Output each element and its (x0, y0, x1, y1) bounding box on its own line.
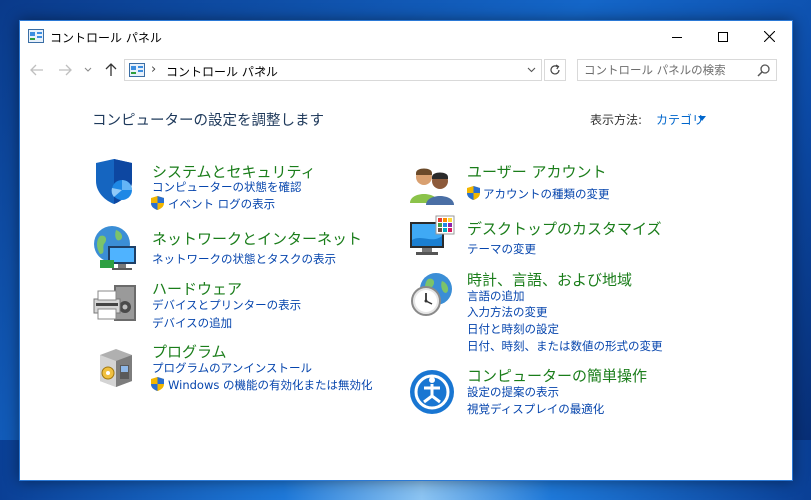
page-title: コンピューターの設定を調整します (92, 113, 324, 129)
link-change-date-number-formats[interactable]: 日付、時刻、または数値の形式の変更 (467, 339, 663, 353)
category-user-accounts-title[interactable]: ユーザー アカウント (467, 161, 606, 182)
printer-hardware-icon[interactable] (92, 279, 140, 327)
link-change-theme[interactable]: テーマの変更 (467, 242, 536, 256)
ease-of-access-icon[interactable] (408, 368, 456, 416)
forward-button[interactable] (56, 61, 74, 79)
control-panel-address-icon (129, 63, 145, 77)
category-hardware-title[interactable]: ハードウェア (152, 278, 242, 299)
link-view-network-status[interactable]: ネットワークの状態とタスクの表示 (152, 252, 336, 266)
category-ease-of-access-title[interactable]: コンピューターの簡単操作 (467, 365, 647, 386)
window-title: コントロール パネル (50, 31, 162, 45)
close-button[interactable] (746, 21, 792, 52)
up-button[interactable] (102, 61, 120, 79)
monitor-palette-icon[interactable] (408, 214, 456, 262)
search-icon[interactable] (757, 63, 771, 77)
back-arrow-icon (30, 64, 43, 76)
search-box[interactable] (577, 59, 777, 81)
link-change-input-method[interactable]: 入力方法の変更 (467, 305, 548, 319)
link-turn-windows-features[interactable]: Windows の機能の有効化または無効化 (168, 378, 373, 392)
search-input[interactable] (584, 62, 749, 78)
programs-box-icon[interactable] (92, 341, 140, 389)
back-button[interactable] (28, 61, 46, 79)
link-add-language[interactable]: 言語の追加 (467, 289, 525, 303)
forward-arrow-icon (59, 64, 72, 76)
chevron-down-icon (527, 67, 535, 73)
category-clock-region-title[interactable]: 時計、言語、および地域 (467, 269, 632, 290)
category-appearance-title[interactable]: デスクトップのカスタマイズ (467, 218, 662, 239)
refresh-icon (550, 64, 560, 75)
category-system-security-title[interactable]: システムとセキュリティ (152, 161, 316, 182)
close-icon (763, 31, 775, 42)
uac-shield-icon (151, 196, 164, 210)
clock-globe-icon[interactable] (408, 271, 456, 319)
chevron-down-icon (84, 67, 92, 72)
network-globe-icon[interactable] (92, 224, 140, 272)
caret-down-icon[interactable] (698, 116, 706, 121)
maximize-icon (718, 31, 728, 42)
title-bar[interactable]: コントロール パネル (20, 21, 792, 52)
link-view-devices-printers[interactable]: デバイスとプリンターの表示 (152, 298, 301, 312)
security-shield-icon[interactable] (92, 157, 140, 205)
category-programs-title[interactable]: プログラム (152, 341, 227, 362)
link-add-device[interactable]: デバイスの追加 (152, 316, 232, 330)
address-bar[interactable]: › コントロール パネル › (124, 59, 542, 81)
address-history-dropdown[interactable] (524, 63, 538, 77)
uac-shield-icon (151, 377, 164, 391)
view-by-dropdown[interactable]: カテゴリ (656, 111, 704, 128)
control-panel-window: コントロール パネル › コントロール パネル › コントロール パネルの検索 … (19, 20, 793, 481)
category-network-internet-title[interactable]: ネットワークとインターネット (152, 228, 362, 249)
link-check-computer-status[interactable]: コンピューターの状態を確認 (152, 180, 302, 194)
user-accounts-icon[interactable] (408, 159, 456, 207)
recent-locations-button[interactable] (82, 61, 94, 79)
link-view-event-logs[interactable]: イベント ログの表示 (168, 197, 275, 211)
link-let-windows-suggest-settings[interactable]: 設定の提案の表示 (467, 385, 559, 399)
link-uninstall-program[interactable]: プログラムのアンインストール (152, 361, 312, 375)
breadcrumb-separator[interactable]: › (151, 62, 156, 77)
minimize-button[interactable] (654, 21, 700, 52)
link-set-date-time[interactable]: 日付と時刻の設定 (467, 322, 559, 336)
link-change-account-type[interactable]: アカウントの種類の変更 (483, 187, 610, 201)
minimize-icon (672, 36, 682, 38)
up-arrow-icon (105, 63, 117, 76)
breadcrumb-separator[interactable]: › (261, 62, 266, 77)
maximize-button[interactable] (700, 21, 746, 52)
navigation-bar: › コントロール パネル › (20, 52, 792, 86)
control-panel-app-icon (28, 29, 44, 43)
view-by-label: 表示方法: (590, 113, 643, 127)
link-optimize-visual-display[interactable]: 視覚ディスプレイの最適化 (467, 402, 604, 416)
uac-shield-icon (467, 186, 480, 200)
refresh-button[interactable] (544, 59, 566, 81)
